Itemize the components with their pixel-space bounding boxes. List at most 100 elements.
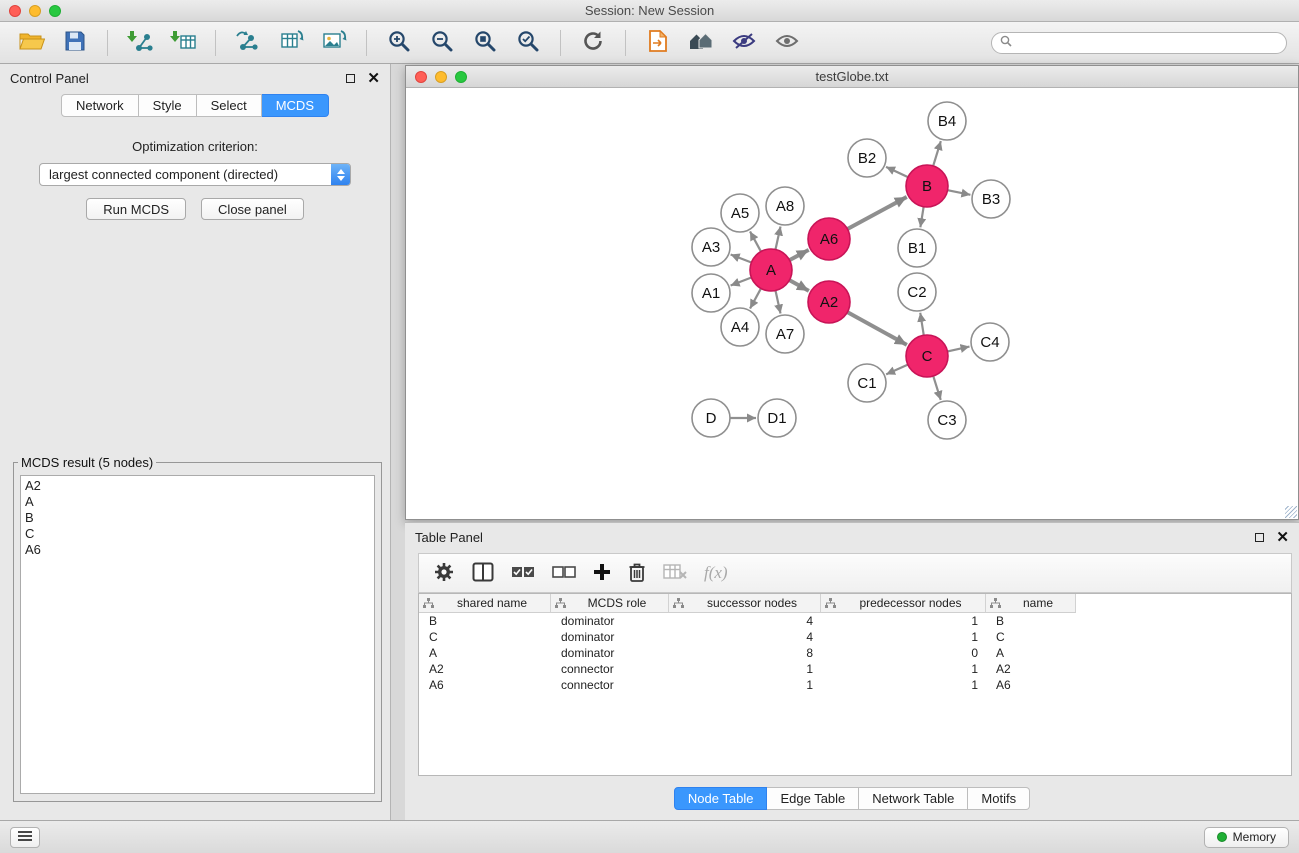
table-settings-button[interactable] — [433, 561, 455, 586]
zoom-selected-button[interactable] — [508, 26, 548, 60]
tab-mcds[interactable]: MCDS — [262, 94, 329, 117]
home-neighbors-button[interactable] — [681, 26, 721, 60]
zoom-fit-button[interactable] — [465, 26, 505, 60]
search-input[interactable] — [1017, 36, 1278, 50]
network-edge-C-C4[interactable] — [947, 347, 969, 352]
tab-style[interactable]: Style — [139, 94, 197, 117]
network-edge-A-A4[interactable] — [750, 288, 761, 308]
network-node-B3[interactable]: B3 — [972, 180, 1010, 218]
zoom-out-button[interactable] — [422, 26, 462, 60]
network-edge-B-B3[interactable] — [948, 190, 971, 195]
network-node-D1[interactable]: D1 — [758, 399, 796, 437]
mcds-result-item[interactable]: B — [21, 510, 374, 526]
network-zoom-button[interactable] — [455, 71, 467, 83]
task-history-button[interactable] — [10, 827, 40, 848]
network-node-B1[interactable]: B1 — [898, 229, 936, 267]
network-edge-A-A8[interactable] — [775, 227, 780, 250]
network-minimize-button[interactable] — [435, 71, 447, 83]
float-panel-icon[interactable] — [346, 74, 355, 83]
window-resize-grip[interactable] — [1285, 506, 1297, 518]
network-node-A7[interactable]: A7 — [766, 315, 804, 353]
network-node-C2[interactable]: C2 — [898, 273, 936, 311]
deselect-all-rows-button[interactable] — [552, 565, 576, 582]
new-network-button[interactable] — [228, 26, 268, 60]
mcds-result-item[interactable]: A — [21, 494, 374, 510]
show-details-button[interactable] — [767, 26, 807, 60]
network-window-titlebar[interactable]: testGlobe.txt — [406, 66, 1298, 88]
network-node-A1[interactable]: A1 — [692, 274, 730, 312]
close-panel-button[interactable]: Close panel — [201, 198, 304, 220]
network-node-C[interactable]: C — [906, 335, 948, 377]
network-edge-A-A2[interactable] — [789, 280, 808, 291]
column-header[interactable]: shared name — [419, 594, 551, 613]
network-edge-B-B4[interactable] — [933, 141, 941, 166]
float-table-panel-icon[interactable] — [1255, 533, 1264, 542]
node-table[interactable]: shared nameMCDS rolesuccessor nodesprede… — [418, 593, 1292, 776]
network-edge-C-C1[interactable] — [886, 365, 908, 375]
network-edge-B-B2[interactable] — [886, 167, 908, 177]
network-node-A4[interactable]: A4 — [721, 308, 759, 346]
new-table-button[interactable] — [271, 26, 311, 60]
network-edge-A-A3[interactable] — [731, 255, 752, 263]
mcds-result-list[interactable]: A2ABCA6 — [20, 475, 375, 794]
network-node-C3[interactable]: C3 — [928, 401, 966, 439]
network-node-A8[interactable]: A8 — [766, 187, 804, 225]
hide-details-button[interactable] — [724, 26, 764, 60]
memory-button[interactable]: Memory — [1204, 827, 1289, 848]
close-panel-icon[interactable]: ✕ — [367, 74, 380, 83]
function-builder-button[interactable]: f(x) — [704, 563, 728, 583]
network-edge-C-C3[interactable] — [933, 376, 940, 400]
mcds-result-item[interactable]: A2 — [21, 478, 374, 494]
network-node-B4[interactable]: B4 — [928, 102, 966, 140]
import-table-button[interactable] — [163, 26, 203, 60]
network-node-A5[interactable]: A5 — [721, 194, 759, 232]
criterion-dropdown[interactable]: largest connected component (directed) — [39, 163, 351, 186]
network-node-B2[interactable]: B2 — [848, 139, 886, 177]
zoom-in-button[interactable] — [379, 26, 419, 60]
column-header[interactable]: MCDS role — [551, 594, 669, 613]
open-session-file-button[interactable] — [638, 26, 678, 60]
table-row[interactable]: Adominator80A — [419, 645, 1291, 661]
close-window-button[interactable] — [9, 5, 21, 17]
tab-network[interactable]: Network — [61, 94, 139, 117]
network-edge-A6-B[interactable] — [847, 197, 906, 229]
zoom-window-button[interactable] — [49, 5, 61, 17]
network-edge-A2-C[interactable] — [847, 312, 906, 345]
column-header[interactable]: name — [986, 594, 1076, 613]
delete-column-button[interactable] — [628, 562, 646, 585]
network-node-A3[interactable]: A3 — [692, 228, 730, 266]
column-header[interactable]: successor nodes — [669, 594, 821, 613]
table-row[interactable]: Bdominator41B — [419, 613, 1291, 629]
network-node-A[interactable]: A — [750, 249, 792, 291]
network-edge-A-A6[interactable] — [790, 250, 809, 260]
run-mcds-button[interactable]: Run MCDS — [86, 198, 186, 220]
network-edge-B-B1[interactable] — [920, 207, 923, 228]
mcds-result-item[interactable]: A6 — [21, 542, 374, 558]
table-row[interactable]: Cdominator41C — [419, 629, 1291, 645]
tab-node-table[interactable]: Node Table — [674, 787, 768, 810]
create-column-button[interactable] — [593, 563, 611, 584]
network-node-C4[interactable]: C4 — [971, 323, 1009, 361]
save-session-button[interactable] — [55, 26, 95, 60]
show-columns-button[interactable] — [472, 562, 494, 585]
network-close-button[interactable] — [415, 71, 427, 83]
minimize-window-button[interactable] — [29, 5, 41, 17]
import-network-button[interactable] — [120, 26, 160, 60]
table-row[interactable]: A2connector11A2 — [419, 661, 1291, 677]
network-node-C1[interactable]: C1 — [848, 364, 886, 402]
refresh-layout-button[interactable] — [573, 26, 613, 60]
tab-motifs[interactable]: Motifs — [968, 787, 1030, 810]
table-row[interactable]: A6connector11A6 — [419, 677, 1291, 693]
network-node-B[interactable]: B — [906, 165, 948, 207]
select-all-rows-button[interactable] — [511, 565, 535, 582]
close-table-panel-icon[interactable]: ✕ — [1276, 533, 1289, 542]
tab-select[interactable]: Select — [197, 94, 262, 117]
network-edge-A-A5[interactable] — [750, 231, 761, 251]
network-node-D[interactable]: D — [692, 399, 730, 437]
column-header[interactable]: predecessor nodes — [821, 594, 986, 613]
network-canvas-area[interactable]: AA1A2A3A4A5A6A7A8BB1B2B3B4CC1C2C3C4DD1 — [406, 88, 1298, 519]
tab-network-table[interactable]: Network Table — [859, 787, 968, 810]
export-image-button[interactable] — [314, 26, 354, 60]
mcds-result-item[interactable]: C — [21, 526, 374, 542]
network-edge-A-A7[interactable] — [775, 291, 780, 314]
